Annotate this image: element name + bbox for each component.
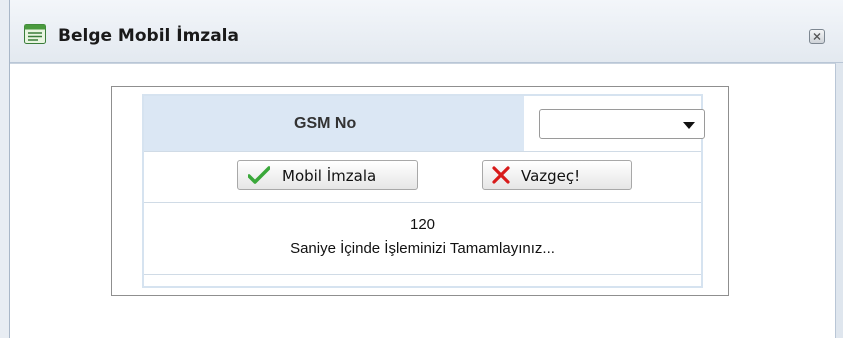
checkmark-icon [247, 166, 271, 188]
x-icon [491, 166, 511, 188]
window-frame: Belge Mobil İmzala GSM No Mobil İmzala V… [0, 0, 843, 338]
countdown-value: 120 [409, 216, 436, 233]
gsm-label: GSM No [294, 115, 357, 132]
countdown-row: 120 Saniye İçinde İşleminizi Tamamlayını… [144, 204, 701, 275]
button-row: Mobil İmzala Vazgeç! [144, 152, 701, 203]
gsm-number-select[interactable] [539, 109, 705, 139]
gsm-label-cell: GSM No [144, 96, 524, 151]
title-bar[interactable]: Belge Mobil İmzala [10, 0, 843, 63]
countdown-message: Saniye İçinde İşleminizi Tamamlayınız... [290, 240, 555, 257]
dialog-title: Belge Mobil İmzala [58, 26, 239, 46]
sign-form-table: GSM No Mobil İmzala Vazgeç! 120 Saniye İ… [142, 94, 705, 288]
form-window-icon [24, 24, 46, 44]
mobile-sign-button[interactable]: Mobil İmzala [237, 160, 418, 190]
sign-form-panel: GSM No Mobil İmzala Vazgeç! 120 Saniye İ… [111, 86, 729, 296]
dialog-window: Belge Mobil İmzala GSM No Mobil İmzala V… [9, 0, 843, 338]
gsm-row: GSM No [144, 96, 705, 152]
cancel-button[interactable]: Vazgeç! [482, 160, 632, 190]
close-icon[interactable] [809, 29, 825, 44]
dropdown-arrow-icon [683, 122, 695, 129]
cancel-label: Vazgeç! [521, 167, 581, 185]
dialog-body: GSM No Mobil İmzala Vazgeç! 120 Saniye İ… [10, 63, 836, 338]
mobile-sign-label: Mobil İmzala [282, 167, 377, 185]
